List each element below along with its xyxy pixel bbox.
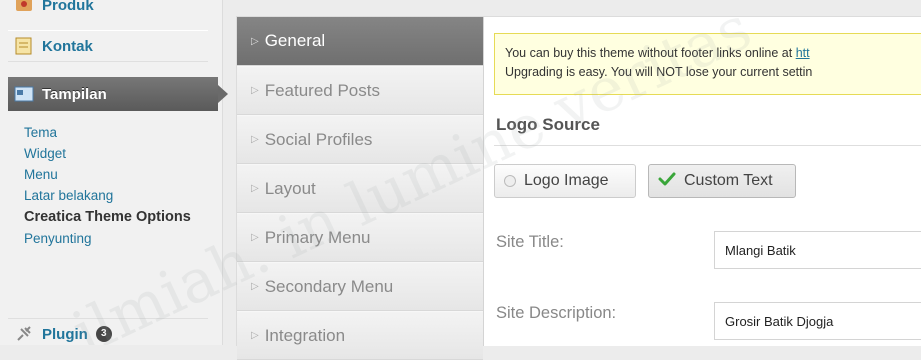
tab-social-profiles[interactable]: ▷ Social Profiles: [237, 115, 483, 164]
menu-item-plugin[interactable]: Plugin 3: [8, 318, 208, 349]
general-settings: You can buy this theme without footer li…: [494, 17, 921, 346]
section-heading: Logo Source: [496, 115, 600, 134]
site-title-input[interactable]: Mlangi Batik: [714, 231, 921, 269]
tab-secondary-menu[interactable]: ▷ Secondary Menu: [237, 262, 483, 311]
option-label: Logo Image: [524, 172, 609, 189]
triangle-right-icon: ▷: [251, 183, 259, 194]
submenu-item-penyunting[interactable]: Penyunting: [24, 228, 214, 249]
product-icon: [14, 0, 34, 14]
site-description-label: Site Description:: [496, 304, 617, 322]
notice-text: Upgrading is easy. You will NOT lose you…: [505, 65, 813, 79]
triangle-right-icon: ▷: [251, 281, 259, 292]
triangle-right-icon: ▷: [251, 134, 259, 145]
submenu-item-menu[interactable]: Menu: [24, 164, 214, 185]
tab-label: General: [264, 31, 326, 50]
menu-item-label: Kontak: [42, 37, 93, 55]
radio-icon: [504, 175, 516, 187]
divider: [494, 145, 921, 146]
menu-item-kontak[interactable]: Kontak: [8, 30, 208, 62]
plugin-update-badge: 3: [95, 326, 112, 342]
tab-label: Secondary Menu: [264, 276, 394, 296]
menu-item-label: Tampilan: [42, 85, 107, 103]
menu-item-label: Plugin: [42, 325, 88, 343]
tab-layout[interactable]: ▷ Layout: [237, 164, 483, 213]
option-label: Custom Text: [684, 172, 773, 189]
notice-text: You can buy this theme without footer li…: [505, 46, 796, 60]
checkmark-icon: [658, 172, 676, 191]
logo-image-option[interactable]: Logo Image: [494, 164, 636, 198]
tab-general[interactable]: ▷ General: [237, 17, 483, 66]
tab-primary-menu[interactable]: ▷ Primary Menu: [237, 213, 483, 262]
submenu-item-widget[interactable]: Widget: [24, 143, 214, 164]
triangle-right-icon: ▷: [251, 330, 259, 341]
site-title-label: Site Title:: [496, 233, 564, 251]
site-description-input[interactable]: Grosir Batik Djogja: [714, 302, 921, 340]
tab-label: Integration: [264, 325, 346, 345]
options-tab-list: ▷ General ▷ Featured Posts ▷ Social Profile…: [237, 17, 484, 360]
appearance-icon: [14, 85, 34, 103]
appearance-submenu: Tema Widget Menu Latar belakang Creatica…: [24, 122, 214, 249]
tab-integration[interactable]: ▷ Integration: [237, 311, 483, 360]
contact-icon: [14, 37, 34, 55]
custom-text-option[interactable]: Custom Text: [648, 164, 796, 198]
tab-label: Social Profiles: [264, 129, 373, 149]
triangle-right-icon: ▷: [251, 85, 259, 96]
submenu-item-latar-belakang[interactable]: Latar belakang: [24, 185, 214, 206]
notice-link[interactable]: htt: [796, 46, 810, 60]
triangle-right-icon: ▷: [251, 232, 259, 243]
tab-featured-posts[interactable]: ▷ Featured Posts: [237, 66, 483, 115]
tab-label: Featured Posts: [264, 80, 380, 100]
menu-item-label: Produk: [42, 0, 94, 14]
plugin-icon: [14, 325, 34, 343]
menu-item-produk[interactable]: Produk: [8, 0, 208, 20]
triangle-right-icon: ▷: [251, 35, 259, 47]
submenu-item-creatica-theme-options[interactable]: Creatica Theme Options: [24, 206, 214, 228]
tab-label: Layout: [264, 178, 316, 198]
admin-sidebar: Produk Kontak Tampilan Tema Widget Menu …: [0, 0, 228, 345]
tab-label: Primary Menu: [264, 227, 371, 247]
menu-item-tampilan[interactable]: Tampilan: [8, 77, 228, 111]
upgrade-notice: You can buy this theme without footer li…: [494, 33, 921, 95]
submenu-item-tema[interactable]: Tema: [24, 122, 214, 143]
theme-options-panel: ▷ General ▷ Featured Posts ▷ Social Profile…: [236, 16, 921, 360]
